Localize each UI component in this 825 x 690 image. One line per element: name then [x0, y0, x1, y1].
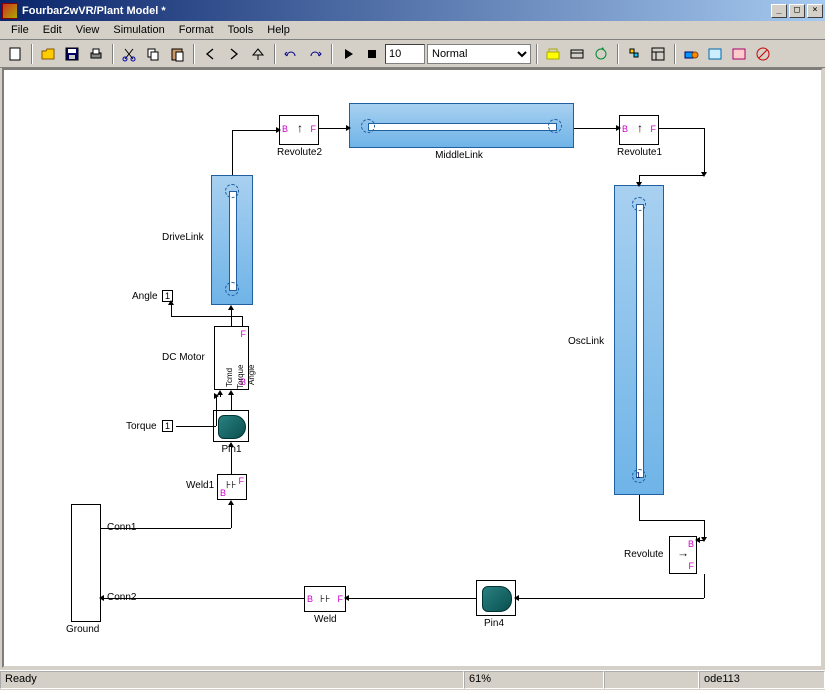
- tool2-button[interactable]: [728, 43, 750, 65]
- menu-edit[interactable]: Edit: [36, 22, 69, 38]
- label-ground: Ground: [66, 624, 99, 635]
- play-button[interactable]: [337, 43, 359, 65]
- menubar: File Edit View Simulation Format Tools H…: [0, 21, 825, 40]
- tool1-button[interactable]: [704, 43, 726, 65]
- menu-help[interactable]: Help: [260, 22, 297, 38]
- status-solver: ode113: [699, 671, 825, 689]
- dcmotor-tcmd-label: Tcmd: [225, 368, 234, 387]
- port-f-label: F: [239, 476, 245, 486]
- statusbar: Ready 61% ode113: [0, 670, 825, 690]
- block-ground[interactable]: [71, 504, 101, 622]
- open-button[interactable]: [37, 43, 59, 65]
- port-f-label: F: [689, 561, 695, 571]
- canvas-area[interactable]: B ↑ F Revolute2 MiddleLink B ↑ F Revolut…: [2, 68, 823, 668]
- model-explorer-button[interactable]: [647, 43, 669, 65]
- maximize-button[interactable]: □: [789, 4, 805, 18]
- build-button[interactable]: [542, 43, 564, 65]
- block-middlelink[interactable]: [349, 103, 574, 148]
- port-b-label: B: [307, 594, 313, 604]
- label-drivelink: DriveLink: [162, 232, 204, 243]
- window-title: Fourbar2wVR/Plant Model *: [22, 5, 771, 17]
- label-angle: Angle: [132, 291, 158, 302]
- block-osclink[interactable]: 1: [614, 185, 664, 495]
- menu-format[interactable]: Format: [172, 22, 221, 38]
- debug-button[interactable]: [680, 43, 702, 65]
- minimize-button[interactable]: _: [771, 4, 787, 18]
- block-revolute2[interactable]: B ↑ F: [279, 115, 319, 145]
- port-f-label: F: [651, 124, 657, 134]
- status-ready: Ready: [0, 671, 464, 689]
- library-button[interactable]: [623, 43, 645, 65]
- dcmotor-angle-label: Angle: [247, 365, 256, 385]
- stop-time-input[interactable]: [385, 44, 425, 64]
- port-f-label: F: [241, 329, 247, 339]
- titlebar: Fourbar2wVR/Plant Model * _ □ ×: [0, 0, 825, 21]
- undo-button[interactable]: [280, 43, 302, 65]
- label-torque: Torque: [126, 421, 157, 432]
- label-weld1: Weld1: [186, 480, 214, 491]
- menu-simulation[interactable]: Simulation: [106, 22, 171, 38]
- revolute-arrow-icon: ↑: [637, 121, 643, 135]
- tool3-button[interactable]: [752, 43, 774, 65]
- refresh-button[interactable]: [590, 43, 612, 65]
- label-middlelink: MiddleLink: [429, 150, 489, 161]
- block-pin1[interactable]: [213, 410, 249, 442]
- label-revolute1: Revolute1: [612, 147, 667, 158]
- weld-icon: ⊦⊦: [320, 594, 330, 605]
- redo-button[interactable]: [304, 43, 326, 65]
- status-empty: [604, 671, 699, 689]
- toolbar: Normal: [0, 40, 825, 68]
- block-pin4[interactable]: [476, 580, 516, 616]
- close-button[interactable]: ×: [807, 4, 823, 18]
- new-button[interactable]: [4, 43, 26, 65]
- menu-file[interactable]: File: [4, 22, 36, 38]
- port-b-label: B: [240, 377, 246, 387]
- label-dcmotor: DC Motor: [162, 352, 205, 363]
- stop-button[interactable]: [361, 43, 383, 65]
- port-torque[interactable]: 1: [162, 420, 173, 432]
- cut-button[interactable]: [118, 43, 140, 65]
- app-icon: [2, 3, 18, 19]
- menu-view[interactable]: View: [69, 22, 107, 38]
- status-zoom: 61%: [464, 671, 604, 689]
- back-button[interactable]: [199, 43, 221, 65]
- window-controls: _ □ ×: [771, 4, 823, 18]
- label-osclink: OscLink: [568, 336, 604, 347]
- block-drivelink[interactable]: [211, 175, 253, 305]
- paste-button[interactable]: [166, 43, 188, 65]
- up-button[interactable]: [247, 43, 269, 65]
- port-f-label: F: [311, 124, 317, 134]
- save-button[interactable]: [61, 43, 83, 65]
- revolute-arrow-icon: ↑: [297, 121, 303, 135]
- block-revolute1[interactable]: B ↑ F: [619, 115, 659, 145]
- block-weld[interactable]: B ⊦⊦ F: [304, 586, 346, 612]
- label-revolute: Revolute: [624, 549, 663, 560]
- print-button[interactable]: [85, 43, 107, 65]
- simulation-mode-select[interactable]: Normal: [427, 44, 531, 64]
- label-revolute2: Revolute2: [272, 147, 327, 158]
- target-button[interactable]: [566, 43, 588, 65]
- label-pin4: Pin4: [484, 618, 504, 629]
- menu-tools[interactable]: Tools: [221, 22, 261, 38]
- forward-button[interactable]: [223, 43, 245, 65]
- label-weld: Weld: [314, 614, 337, 625]
- weld-icon: ⊦⊦: [226, 480, 236, 491]
- block-dcmotor[interactable]: Tcmd Torque Angle F B: [214, 326, 249, 390]
- revolute-arrow-icon: ↑: [677, 552, 691, 558]
- copy-button[interactable]: [142, 43, 164, 65]
